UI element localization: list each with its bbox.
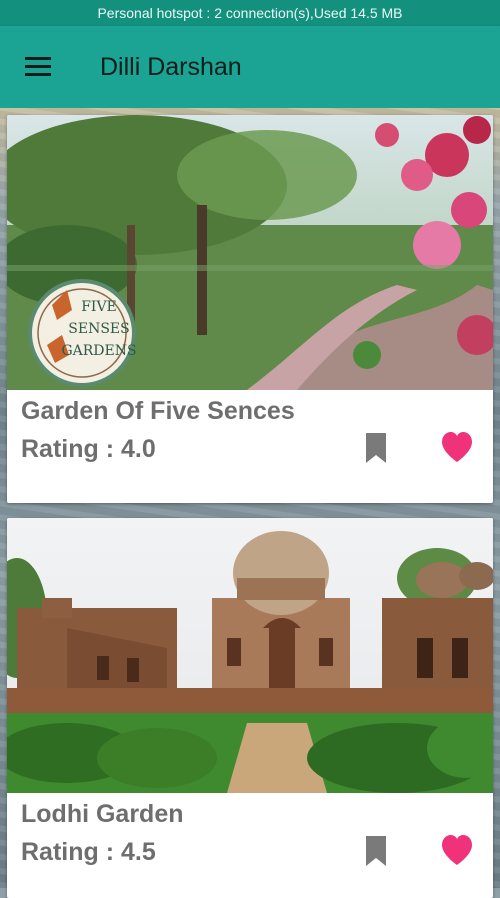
svg-text:FIVE: FIVE <box>81 299 117 315</box>
place-rating: Rating : 4.0 <box>21 435 156 463</box>
place-image <box>7 518 493 793</box>
place-card[interactable]: Lodhi Garden Rating : 4.5 <box>7 518 493 898</box>
place-name: Garden Of Five Sences <box>21 397 295 425</box>
status-bar: Personal hotspot : 2 connection(s),Used … <box>0 0 500 26</box>
place-image: FIVE SENSES GARDENS <box>7 115 493 390</box>
status-text: Personal hotspot : 2 connection(s),Used … <box>97 5 403 21</box>
app-bar: Dilli Darshan <box>0 26 500 108</box>
bookmark-icon[interactable] <box>364 836 388 866</box>
place-rating: Rating : 4.5 <box>21 838 156 866</box>
svg-text:GARDENS: GARDENS <box>61 343 136 359</box>
menu-button[interactable] <box>0 26 78 108</box>
heart-icon[interactable] <box>440 834 474 866</box>
svg-text:SENSES: SENSES <box>68 321 129 337</box>
heart-icon[interactable] <box>440 431 474 463</box>
place-name: Lodhi Garden <box>21 800 184 828</box>
app-title: Dilli Darshan <box>100 52 242 81</box>
bookmark-icon[interactable] <box>364 433 388 463</box>
hamburger-menu-icon <box>25 57 51 76</box>
place-card[interactable]: FIVE SENSES GARDENS Garden Of Five Sence… <box>7 115 493 503</box>
